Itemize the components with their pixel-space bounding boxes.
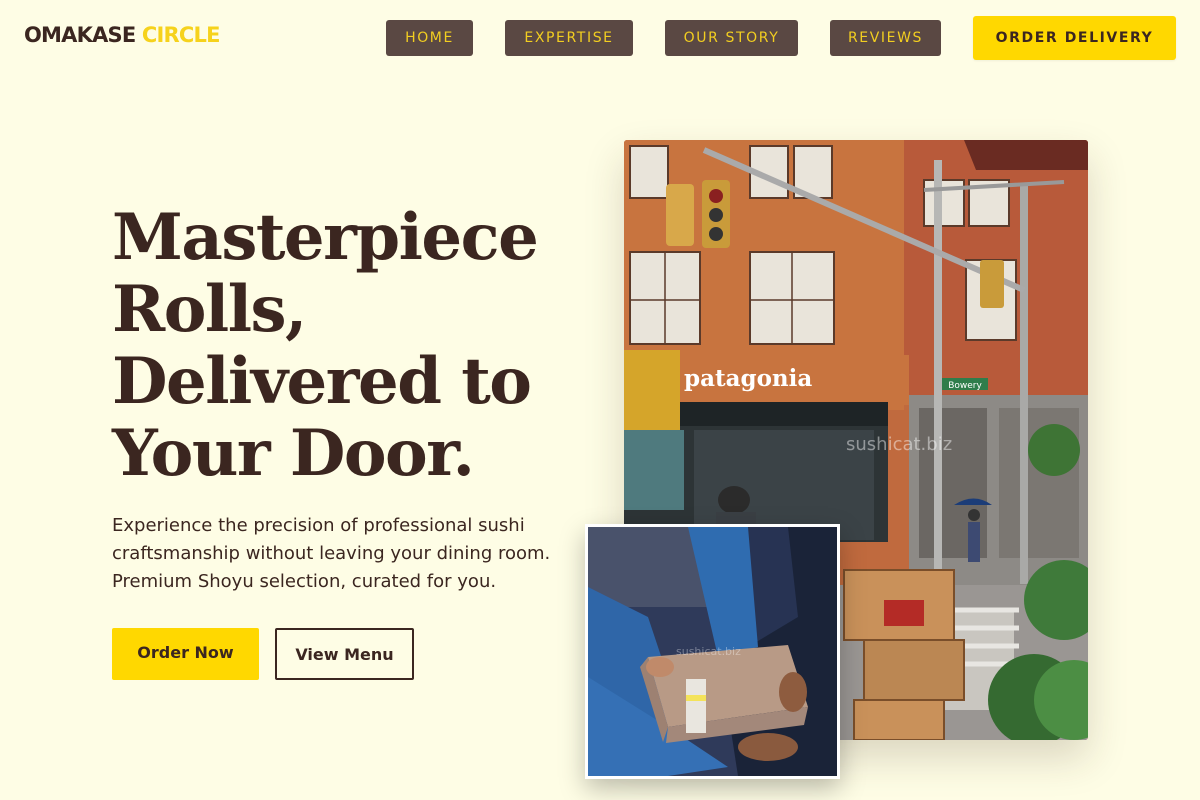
brand-name-primary: OMAKASE [24,23,136,47]
hero-title-line: Rolls, [112,272,307,347]
store-sign-text: patagonia [684,365,812,392]
hero-description-line: Experience the precision of professional… [112,515,525,536]
nav-home-button[interactable]: HOME [386,20,473,56]
delivery-handoff-image: sushicat.biz [585,524,840,779]
order-delivery-button[interactable]: ORDER DELIVERY [973,16,1176,60]
brand-name-accent: CIRCLE [141,23,221,47]
nav-expertise-button[interactable]: EXPERTISE [505,20,633,56]
hero-description-line: craftsmanship without leaving your dinin… [112,543,551,564]
hero-title: Masterpiece Rolls, Delivered to Your Doo… [112,202,582,490]
hero-description-line: Premium Shoyu selection, curated for you… [112,571,497,592]
hero-title-line: Your Door. [112,416,475,491]
hero-title-line: Delivered to [112,344,532,419]
street-photo-watermark: sushicat.biz [846,434,952,455]
delivery-photo-watermark: sushicat.biz [676,645,741,658]
street-sign-text: Bowery [948,381,982,391]
nav-reviews-button[interactable]: REVIEWS [830,20,941,56]
nav-our-story-button[interactable]: OUR STORY [665,20,798,56]
view-menu-button[interactable]: View Menu [275,628,414,680]
hero-description: Experience the precision of professional… [112,512,582,596]
brand-logo[interactable]: OMAKASE CIRCLE [24,23,220,47]
hero-title-line: Masterpiece [112,200,539,275]
order-now-button[interactable]: Order Now [112,628,259,680]
